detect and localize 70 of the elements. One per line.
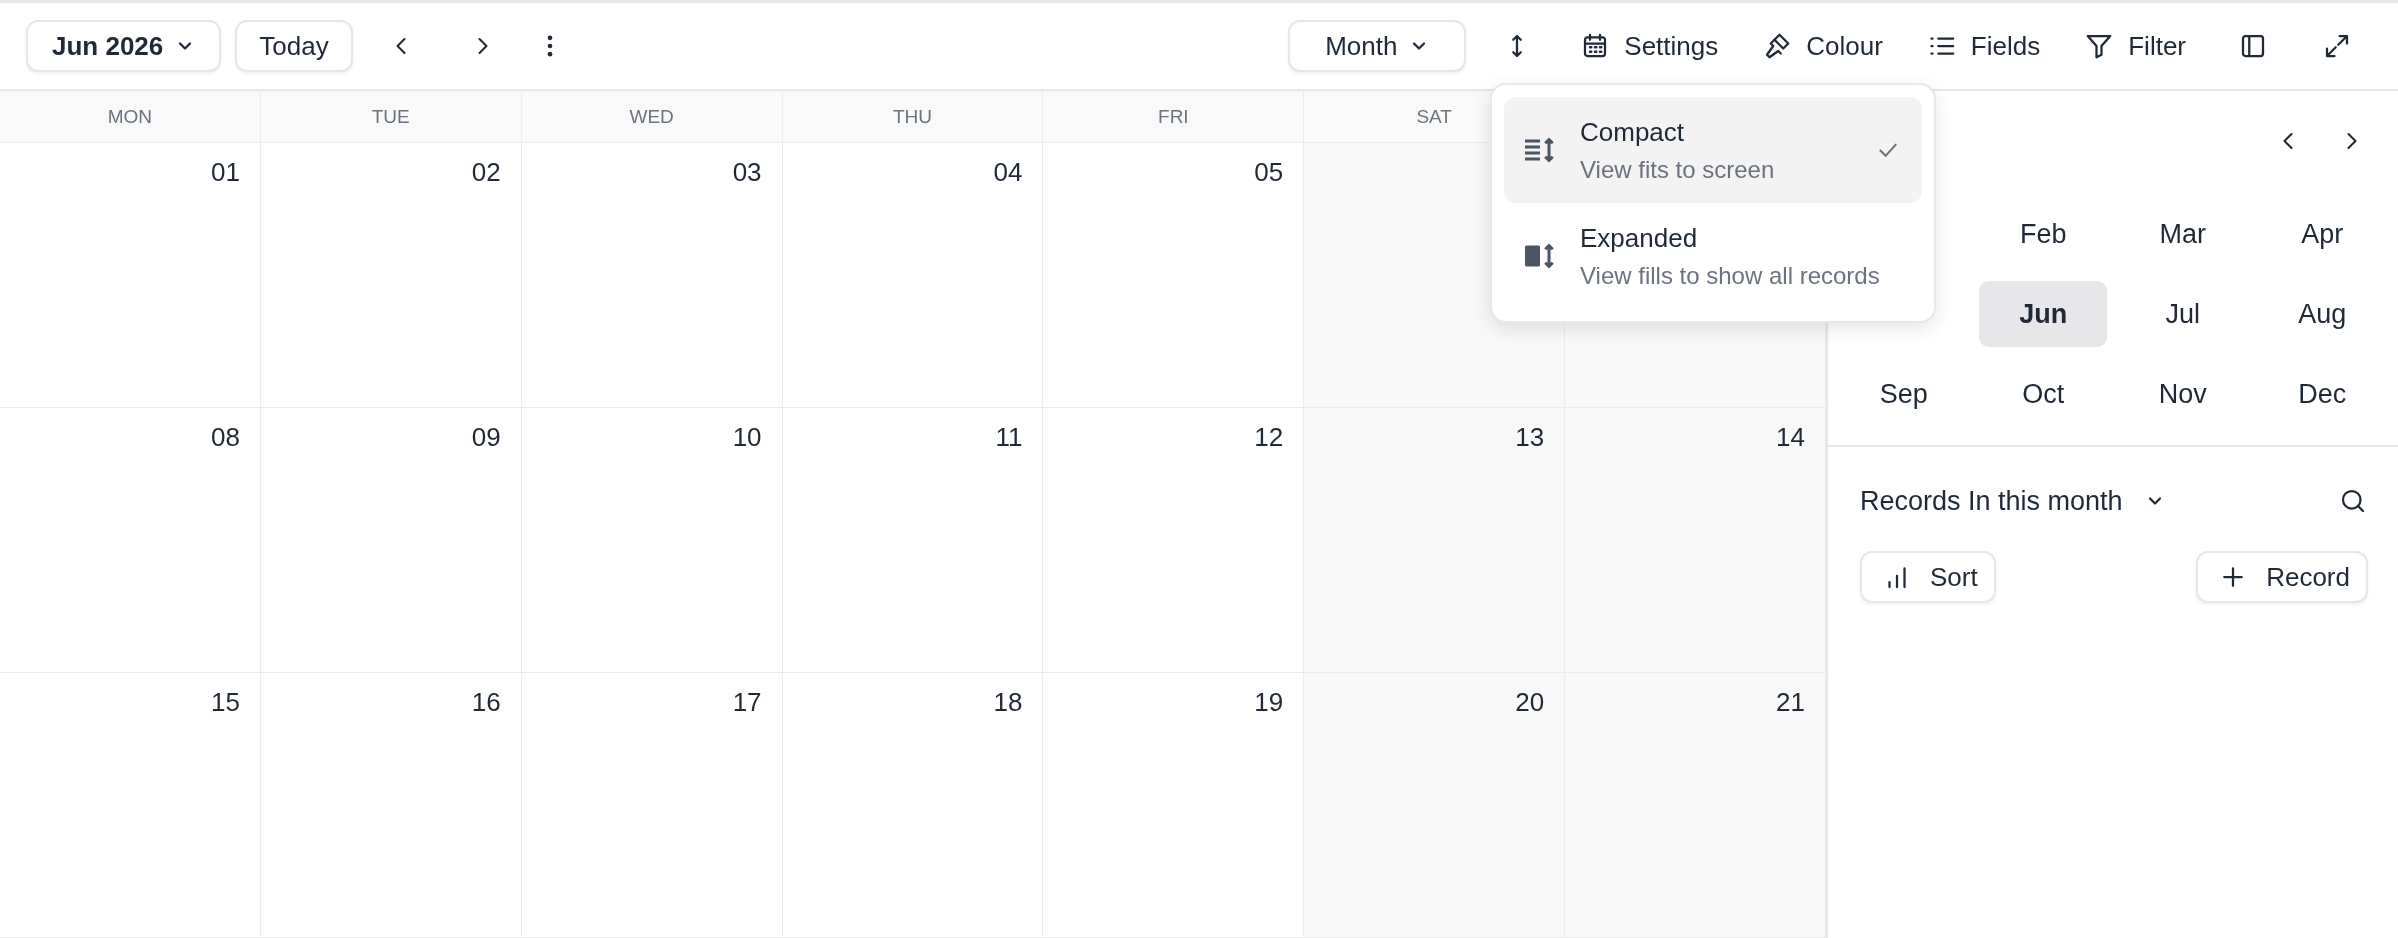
day-number: 11 [995, 422, 1023, 453]
day-number: 13 [1515, 422, 1545, 453]
day-cell[interactable]: 15 [0, 673, 261, 938]
day-number: 08 [210, 422, 240, 453]
month-option[interactable]: Dec [2258, 361, 2387, 427]
weekend-cell[interactable]: 20 [1304, 673, 1566, 938]
month-option[interactable]: Oct [1979, 361, 2108, 427]
toolbar-action[interactable]: Filter [2072, 30, 2198, 62]
month-option[interactable]: Nov [2118, 361, 2247, 427]
day-cell[interactable]: 04 [782, 143, 1044, 408]
weekday-label: FRI [1158, 105, 1189, 128]
day-cell[interactable]: 03 [521, 143, 783, 408]
month-option[interactable]: Jun [1979, 281, 2108, 347]
day-number: 02 [471, 157, 501, 188]
date-picker-button[interactable]: Jun 2026 [26, 20, 222, 72]
day-cell[interactable]: 19 [1043, 673, 1305, 938]
records-filter-label[interactable]: Records In this month [1860, 485, 2123, 517]
day-number: 17 [732, 687, 762, 718]
toolbar-action[interactable]: Settings [1568, 30, 1731, 62]
month-option[interactable]: Apr [2258, 201, 2387, 267]
month-option[interactable]: Sep [1839, 361, 1968, 427]
weekday-label: SAT [1416, 105, 1452, 128]
weekday-label: MON [107, 105, 153, 128]
weekend-cell[interactable]: 13 [1304, 408, 1566, 673]
day-cell[interactable]: 18 [782, 673, 1044, 938]
day-number: 12 [1254, 422, 1284, 453]
day-cell[interactable]: 05 [1043, 143, 1305, 408]
day-number: 14 [1776, 422, 1805, 453]
day-number: 09 [471, 422, 501, 453]
toolbar-action[interactable]: Colour [1750, 30, 1895, 62]
option-title: Expanded [1580, 222, 1699, 254]
day-number: 10 [732, 422, 762, 453]
weekday-label: WED [629, 105, 674, 128]
day-cell[interactable]: 11 [782, 408, 1044, 673]
month-option[interactable]: Feb [1979, 201, 2108, 267]
weekend-cell[interactable]: 21 [1565, 673, 1826, 938]
day-number: 01 [210, 157, 240, 188]
add-record-button[interactable]: Record [2196, 551, 2368, 603]
month-option[interactable]: Mar [2118, 201, 2247, 267]
day-cell[interactable]: 16 [260, 673, 522, 938]
day-cell[interactable]: 01 [0, 143, 261, 408]
month-option[interactable]: Aug [2258, 281, 2387, 347]
day-cell[interactable]: 08 [0, 408, 261, 673]
option-description: View fits to screen [1580, 155, 1776, 184]
weekday-label: TUE [371, 105, 410, 128]
today-button[interactable]: Today [235, 20, 353, 72]
day-cell[interactable]: 17 [521, 673, 783, 938]
weekend-cell[interactable]: 14 [1565, 408, 1826, 673]
toolbar-action[interactable]: Fields [1914, 30, 2053, 62]
day-number: 15 [210, 687, 240, 718]
day-number: 20 [1515, 687, 1545, 718]
day-number: 03 [732, 157, 762, 188]
weekday-label: THU [892, 105, 932, 128]
option-description: View fills to show all records [1580, 261, 1881, 290]
day-number: 19 [1254, 687, 1284, 718]
day-number: 21 [1776, 687, 1805, 718]
view-mode-button[interactable]: Month [1288, 20, 1467, 72]
day-cell[interactable]: 02 [260, 143, 522, 408]
month-option[interactable]: Jul [2118, 281, 2247, 347]
day-number: 16 [471, 687, 501, 718]
option-title: Compact [1580, 116, 1686, 148]
day-number: 05 [1254, 157, 1284, 188]
day-number: 04 [993, 157, 1023, 188]
menu-option[interactable]: Expanded View fills to show all records [1504, 203, 1922, 309]
day-cell[interactable]: 12 [1043, 408, 1305, 673]
sort-button[interactable]: Sort [1860, 551, 1996, 603]
day-number: 18 [993, 687, 1023, 718]
day-cell[interactable]: 10 [521, 408, 783, 673]
menu-option[interactable]: Compact View fits to screen [1504, 97, 1922, 203]
day-cell[interactable]: 09 [260, 408, 522, 673]
